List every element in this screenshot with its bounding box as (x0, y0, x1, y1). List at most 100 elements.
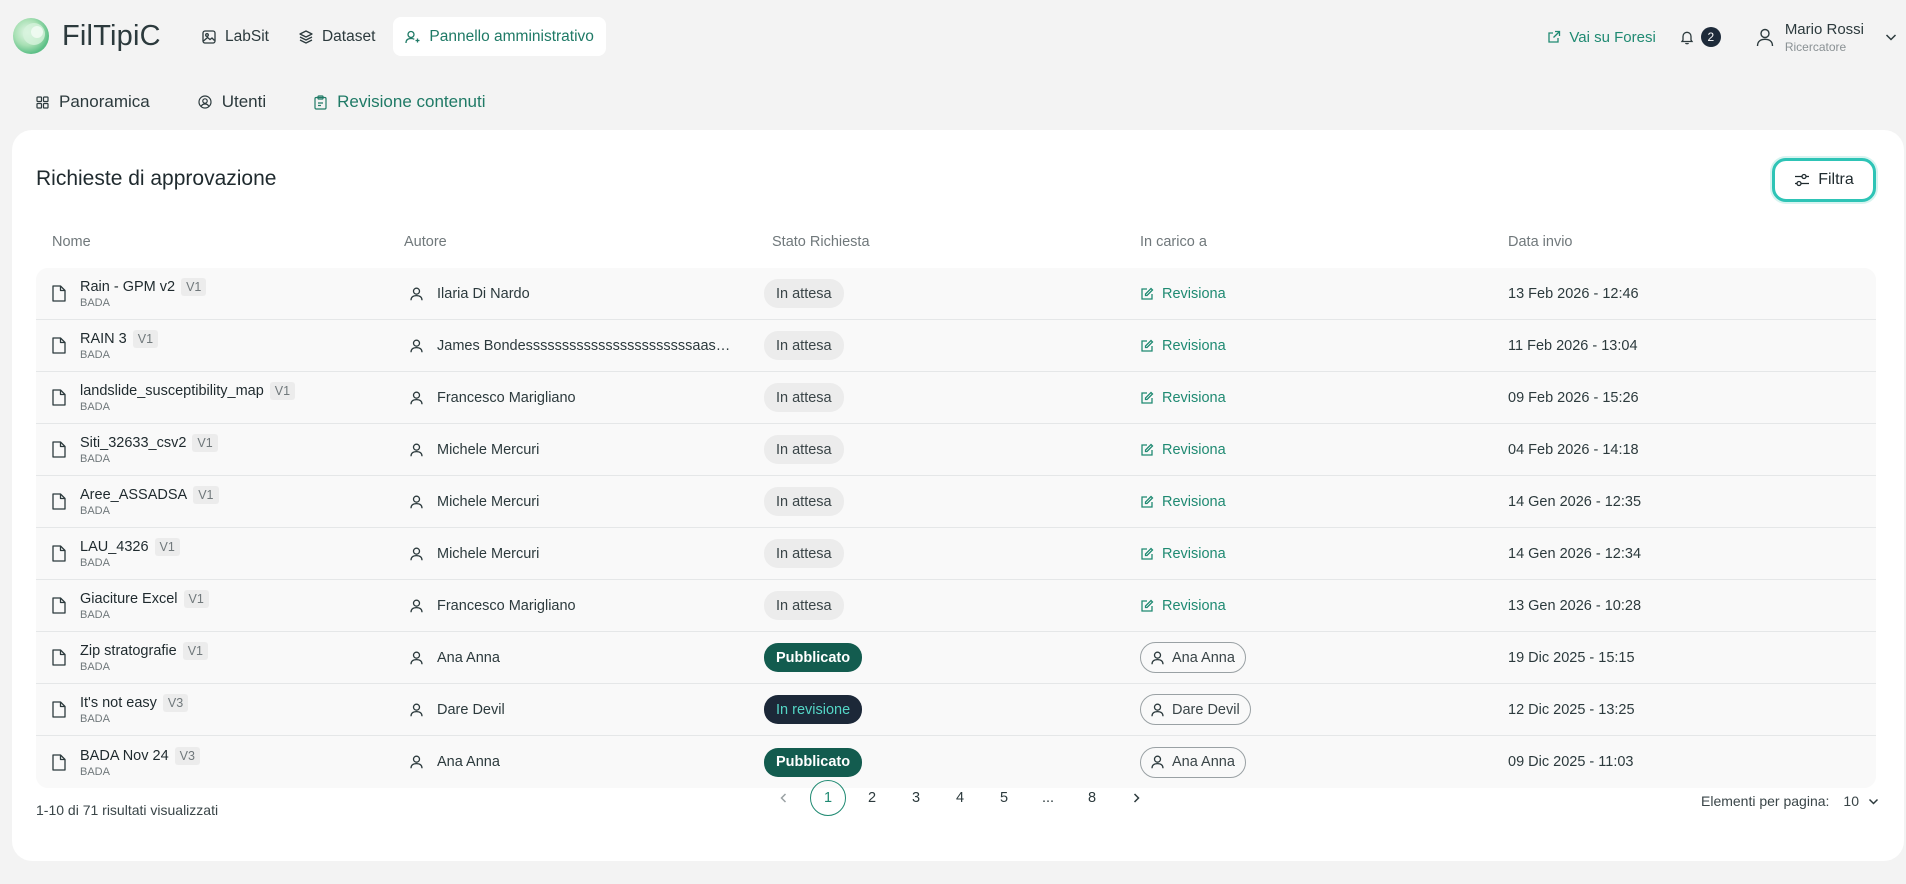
cell-in-carico: Revisiona (1140, 286, 1508, 302)
cell-autore: Michele Mercuri (404, 442, 772, 458)
submit-date: 19 Dic 2025 - 15:15 (1508, 649, 1635, 666)
content-info: BADA Nov 24 V3 BADA (80, 746, 200, 778)
version-badge: V1 (193, 486, 219, 504)
review-action-link[interactable]: Revisiona (1140, 390, 1226, 406)
content-name[interactable]: Rain - GPM v2 (80, 279, 175, 295)
chevron-left-icon (778, 792, 790, 804)
tab-utenti[interactable]: Utenti (198, 90, 266, 114)
assignee-chip[interactable]: Dare Devil (1140, 694, 1251, 725)
cell-stato: In attesa (764, 487, 1140, 516)
cell-data-invio: 13 Feb 2026 - 12:46 (1508, 286, 1876, 302)
cell-stato: In attesa (764, 539, 1140, 568)
cell-data-invio: 19 Dic 2025 - 15:15 (1508, 650, 1876, 666)
column-header-autore[interactable]: Autore (404, 234, 772, 250)
status-badge: In revisione (764, 695, 863, 724)
review-label: Revisiona (1162, 493, 1226, 510)
assignee-chip[interactable]: Ana Anna (1140, 746, 1246, 778)
page-button[interactable]: 5 (986, 780, 1022, 816)
cell-data-invio: 12 Dic 2025 - 13:25 (1508, 702, 1876, 718)
submit-date: 09 Feb 2026 - 15:26 (1508, 389, 1639, 406)
user-info: Mario Rossi Ricercatore (1785, 21, 1864, 54)
review-label: Revisiona (1162, 337, 1226, 354)
cell-stato: In attesa (764, 331, 1140, 360)
page-button[interactable]: 2 (854, 780, 890, 816)
table-row[interactable]: Zip stratografie V1 BADA Ana Anna Pubblicato… (36, 632, 1876, 684)
content-info: Zip stratografie V1 BADA (80, 642, 209, 673)
per-page-value: 10 (1843, 793, 1859, 809)
table-row[interactable]: It's not easy V3 BADA Dare Devil In revision… (36, 684, 1876, 736)
submit-date: 11 Feb 2026 - 13:04 (1508, 337, 1638, 354)
page-button[interactable]: 1 (810, 780, 846, 816)
assignee-chip[interactable]: Ana Anna (1140, 642, 1246, 673)
table-row[interactable]: landslide_susceptibility_map V1 BADA France… (36, 372, 1876, 424)
tab-revisione-contenuti[interactable]: Revisione contenuti (314, 90, 486, 114)
cell-autore: Francesco Marigliano (404, 390, 772, 406)
cell-nome: LAU_4326 V1 BADA (36, 538, 404, 569)
table-row[interactable]: Rain - GPM v2 V1 BADA Ilaria Di Nardo In att… (36, 268, 1876, 320)
next-page-button[interactable] (1118, 780, 1154, 816)
admin-subtabs: Panoramica Utenti Revisione contenuti (36, 90, 534, 114)
status-badge: Pubblicato (764, 747, 863, 777)
version-badge: V1 (154, 538, 180, 556)
page-title: Richieste di approvazione (36, 167, 277, 190)
page-button[interactable]: 8 (1074, 780, 1110, 816)
per-page-select[interactable]: 10 (1843, 793, 1880, 809)
table-row[interactable]: LAU_4326 V1 BADA Michele Mercuri In attesa Re… (36, 528, 1876, 580)
author-name: Ana Anna (437, 649, 500, 666)
tab-panoramica[interactable]: Panoramica (36, 90, 150, 114)
content-info: Aree_ASSADSA V1 BADA (80, 486, 219, 517)
page-button[interactable]: 3 (898, 780, 934, 816)
external-link-foresi[interactable]: Vai su Foresi (1547, 28, 1656, 46)
content-name[interactable]: Siti_32633_csv2 (80, 435, 186, 451)
user-menu[interactable]: Mario Rossi Ricercatore (1755, 21, 1898, 54)
content-name[interactable]: Giaciture Excel (80, 591, 178, 607)
page-button[interactable]: 4 (942, 780, 978, 816)
prev-page-button[interactable] (766, 780, 802, 816)
table-row[interactable]: Giaciture Excel V1 BADA Francesco Mariglian… (36, 580, 1876, 632)
content-name[interactable]: Zip stratografie (80, 643, 177, 659)
cell-in-carico: Revisiona (1140, 390, 1508, 406)
cell-data-invio: 14 Gen 2026 - 12:35 (1508, 494, 1876, 510)
main-nav: LabSit Dataset Pannello amministrativo (190, 17, 606, 56)
submit-date: 14 Gen 2026 - 12:35 (1508, 493, 1642, 510)
content-name[interactable]: It's not easy (80, 695, 157, 711)
column-header-in-carico[interactable]: In carico a (1140, 234, 1508, 250)
nav-item-pannello-amministrativo[interactable]: Pannello amministrativo (393, 17, 606, 56)
review-action-link[interactable]: Revisiona (1140, 286, 1226, 302)
content-name[interactable]: landslide_susceptibility_map (80, 383, 264, 399)
nav-item-dataset[interactable]: Dataset (287, 17, 387, 56)
table-row[interactable]: RAIN 3 V1 BADA James Bondesssssssssssssssss… (36, 320, 1876, 372)
notification-count-badge: 2 (1700, 27, 1721, 47)
cell-data-invio: 13 Gen 2026 - 10:28 (1508, 598, 1876, 614)
user-icon (410, 599, 423, 613)
author-name: Francesco Marigliano (437, 597, 576, 614)
submit-date: 12 Dic 2025 - 13:25 (1508, 701, 1635, 718)
content-name[interactable]: RAIN 3 (80, 331, 127, 347)
review-action-link[interactable]: Revisiona (1140, 338, 1226, 354)
cell-nome: It's not easy V3 BADA (36, 694, 404, 725)
review-action-link[interactable]: Revisiona (1140, 546, 1226, 562)
review-action-link[interactable]: Revisiona (1140, 598, 1226, 614)
filter-button[interactable]: Filtra (1772, 158, 1876, 202)
app-logo[interactable]: FilTipiC (12, 17, 161, 55)
column-header-data-invio[interactable]: Data invio (1508, 234, 1876, 250)
user-circle-icon (198, 95, 212, 109)
column-header-stato[interactable]: Stato Richiesta (772, 234, 1140, 250)
content-name[interactable]: LAU_4326 (80, 539, 149, 555)
table-row[interactable]: Siti_32633_csv2 V1 BADA Michele Mercuri In a… (36, 424, 1876, 476)
column-header-nome[interactable]: Nome (36, 234, 404, 250)
file-icon (52, 545, 66, 562)
review-action-link[interactable]: Revisiona (1140, 494, 1226, 510)
tab-label: Panoramica (59, 92, 150, 111)
review-action-link[interactable]: Revisiona (1140, 442, 1226, 458)
table-row[interactable]: Aree_ASSADSA V1 BADA Michele Mercuri In atte… (36, 476, 1876, 528)
external-link-label: Vai su Foresi (1569, 28, 1656, 46)
content-name[interactable]: Aree_ASSADSA (80, 487, 187, 503)
edit-icon (1140, 391, 1154, 405)
review-label: Revisiona (1162, 597, 1226, 614)
status-badge: In attesa (764, 435, 844, 464)
content-name[interactable]: BADA Nov 24 (80, 748, 169, 764)
nav-item-labsit[interactable]: LabSit (190, 17, 281, 56)
user-icon (410, 287, 423, 301)
notifications-button[interactable]: 2 (1680, 27, 1721, 47)
